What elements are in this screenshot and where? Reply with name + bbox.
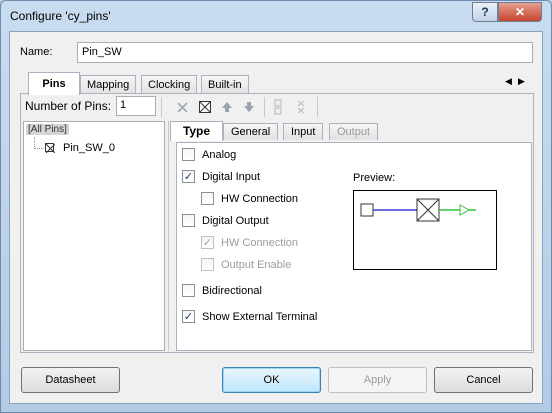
hw-connection-label: HW Connection — [221, 192, 299, 205]
preview-diagram — [353, 190, 497, 270]
checkbox-box — [182, 148, 195, 161]
toolbar-separator — [317, 97, 318, 117]
datasheet-button[interactable]: Datasheet — [21, 367, 120, 393]
digital-input-checkbox[interactable]: ✓ Digital Input — [182, 170, 260, 183]
bidirectional-label: Bidirectional — [202, 284, 262, 297]
toolbar-separator — [161, 97, 162, 117]
checkbox-box — [182, 284, 195, 297]
move-up-icon[interactable] — [219, 99, 235, 115]
checkbox-box — [201, 258, 214, 271]
pin-schematic — [360, 198, 476, 222]
tab-scroll-left-icon[interactable]: ◀ — [505, 76, 512, 87]
check-icon: ✓ — [201, 236, 214, 249]
window-title: Configure 'cy_pins' — [10, 9, 111, 23]
tab-clocking[interactable]: Clocking — [141, 75, 198, 94]
hw-connection-output-checkbox: ✓ HW Connection — [201, 236, 298, 249]
join-icon[interactable] — [293, 99, 309, 115]
tab-scroll-right-icon[interactable]: ▶ — [518, 76, 525, 87]
terminal-box — [360, 203, 374, 217]
output-arrow — [459, 204, 471, 216]
check-icon: ✓ — [182, 170, 195, 183]
digital-output-label: Digital Output — [202, 214, 269, 227]
checkbox-box — [182, 214, 195, 227]
pin-select-icon[interactable] — [197, 99, 213, 115]
delete-icon[interactable] — [174, 99, 190, 115]
preview-label: Preview: — [353, 172, 396, 184]
tab-pins[interactable]: Pins — [28, 72, 80, 95]
tab-general[interactable]: General — [223, 123, 279, 140]
tree-item-pin[interactable]: Pin_SW_0 — [63, 142, 115, 154]
help-button[interactable]: ? — [472, 2, 498, 22]
hw-connection-input-checkbox[interactable]: HW Connection — [201, 192, 298, 205]
configure-dialog: Configure 'cy_pins' ? ✕ Name: Pin_SW Pin… — [0, 0, 552, 413]
title-bar[interactable]: Configure 'cy_pins' ? ✕ — [1, 1, 551, 31]
tab-mapping[interactable]: Mapping — [80, 75, 137, 94]
dialog-body: Name: Pin_SW Pins Mapping Clocking Built… — [9, 31, 543, 404]
hw-connection-label: HW Connection — [221, 236, 299, 249]
close-button[interactable]: ✕ — [498, 2, 542, 22]
tab-type[interactable]: Type — [170, 121, 223, 141]
toolbar-separator — [264, 97, 265, 117]
analog-label: Analog — [202, 148, 237, 161]
cancel-button[interactable]: Cancel — [434, 367, 533, 393]
tab-input[interactable]: Input — [283, 123, 324, 140]
output-enable-checkbox: Output Enable — [201, 258, 291, 271]
name-label: Name: — [20, 46, 53, 58]
number-of-pins-label: Number of Pins: — [25, 99, 112, 113]
ok-button[interactable]: OK — [222, 367, 321, 393]
number-of-pins-input[interactable]: 1 — [116, 96, 156, 116]
bidirectional-checkbox[interactable]: Bidirectional — [182, 284, 262, 297]
tab-output: Output — [329, 123, 379, 140]
digital-output-checkbox[interactable]: Digital Output — [182, 214, 269, 227]
tree-connector — [34, 137, 44, 149]
show-external-terminal-label: Show External Terminal — [202, 310, 318, 323]
move-down-icon[interactable] — [241, 99, 257, 115]
check-icon: ✓ — [182, 310, 195, 323]
digital-input-label: Digital Input — [202, 170, 261, 183]
tree-item-all-pins[interactable]: [All Pins] — [26, 124, 69, 135]
analog-checkbox[interactable]: Analog — [182, 148, 236, 161]
output-enable-label: Output Enable — [221, 258, 292, 271]
pane-splitter[interactable] — [168, 121, 172, 351]
main-tabs: Pins Mapping Clocking Built-in — [28, 72, 508, 95]
tab-built-in[interactable]: Built-in — [201, 75, 249, 94]
pins-tree[interactable]: [All Pins] Pin_SW_0 — [23, 121, 165, 351]
pin-icon — [45, 143, 55, 153]
split-icon[interactable] — [270, 99, 286, 115]
name-input[interactable]: Pin_SW — [77, 42, 533, 63]
checkbox-box — [201, 192, 214, 205]
type-tab-panel: Analog ✓ Digital Input HW Connection Digi… — [176, 142, 532, 351]
apply-button: Apply — [328, 367, 427, 393]
show-external-terminal-checkbox[interactable]: ✓ Show External Terminal — [182, 310, 317, 323]
